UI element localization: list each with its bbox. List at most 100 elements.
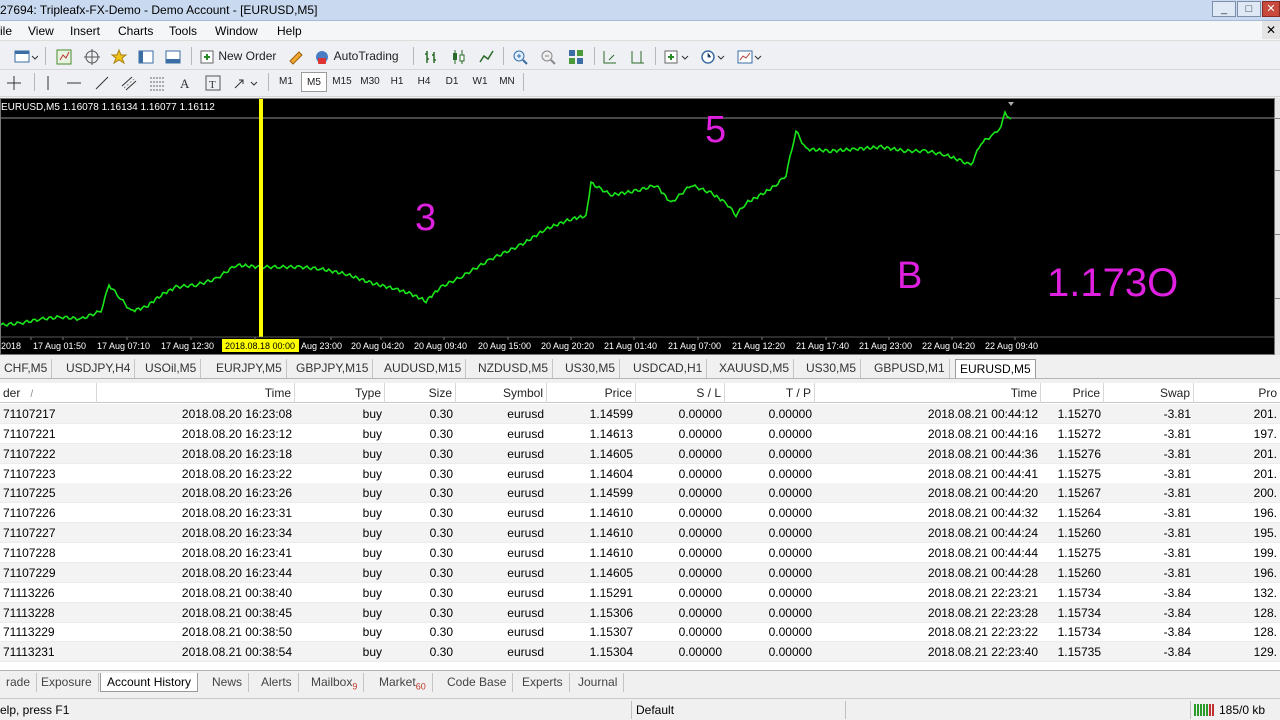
- timeframe-m1[interactable]: M1: [273, 72, 299, 92]
- table-row[interactable]: 71113228 2018.08.21 00:38:45 buy 0.30 eurusd…: [0, 602, 1280, 623]
- maximize-button[interactable]: □: [1237, 1, 1261, 17]
- table-row[interactable]: 71107221 2018.08.20 16:23:12 buy 0.30 eurusd…: [0, 424, 1280, 444]
- table-row[interactable]: 71113229 2018.08.21 00:38:50 buy 0.30 eurusd…: [0, 622, 1280, 643]
- chart-tab-audusd[interactable]: AUDUSD,M15: [380, 359, 467, 378]
- table-row[interactable]: 71107227 2018.08.20 16:23:34 buy 0.30 eurusd…: [0, 523, 1280, 544]
- col-close-price[interactable]: Price: [1041, 383, 1104, 403]
- price-chart[interactable]: 2018 17 Aug 01:50 17 Aug 07:10 17 Aug 12:30…: [0, 98, 1276, 355]
- new-order-button[interactable]: New Order: [198, 46, 282, 66]
- col-profit[interactable]: Pro: [1194, 383, 1280, 403]
- col-tp[interactable]: T / P: [725, 383, 815, 403]
- data-window-icon[interactable]: [82, 46, 102, 66]
- chart-tab-us30-b[interactable]: US30,M5: [802, 359, 862, 378]
- timeframe-w1[interactable]: W1: [467, 72, 493, 92]
- menu-file[interactable]: ile: [0, 24, 12, 38]
- table-row[interactable]: 71107223 2018.08.20 16:23:22 buy 0.30 eurusd…: [0, 464, 1280, 484]
- equidistant-channel-icon[interactable]: [119, 72, 139, 92]
- timeframe-d1[interactable]: D1: [439, 72, 465, 92]
- terminal-tab-trade[interactable]: rade: [0, 673, 38, 692]
- table-row[interactable]: 71113226 2018.08.21 00:38:40 buy 0.30 eurusd…: [0, 583, 1280, 603]
- table-row[interactable]: 71107225 2018.08.20 16:23:26 buy 0.30 eurusd…: [0, 483, 1280, 504]
- new-chart-icon[interactable]: [10, 46, 40, 66]
- terminal-tab-exposure[interactable]: Exposure: [35, 673, 99, 692]
- chart-tab-eurjpy[interactable]: EURJPY,M5: [212, 359, 287, 378]
- timeframe-h1[interactable]: H1: [384, 72, 410, 92]
- bar-chart-icon[interactable]: [421, 46, 441, 66]
- text-tool-icon[interactable]: A: [175, 72, 195, 92]
- zoom-out-icon[interactable]: [538, 46, 558, 66]
- chart-tab-gbpusd[interactable]: GBPUSD,M1: [870, 359, 950, 378]
- zoom-in-icon[interactable]: [510, 46, 530, 66]
- indicators-icon[interactable]: [662, 46, 692, 66]
- terminal-icon[interactable]: [136, 46, 156, 66]
- timeframe-m5[interactable]: M5: [301, 72, 327, 92]
- col-time[interactable]: Time: [97, 383, 295, 403]
- menu-insert[interactable]: Insert: [70, 24, 100, 38]
- chart-tab-usdjpy[interactable]: USDJPY,H4: [62, 359, 136, 378]
- terminal-tab-mailbox[interactable]: Mailbox9: [305, 673, 365, 692]
- menu-charts[interactable]: Charts: [118, 24, 153, 38]
- strategy-tester-icon[interactable]: [163, 46, 183, 66]
- terminal-tab-account-history[interactable]: Account History: [100, 673, 199, 692]
- col-type[interactable]: Type: [295, 383, 385, 403]
- table-row[interactable]: 71107228 2018.08.20 16:23:41 buy 0.30 eurusd…: [0, 543, 1280, 563]
- menu-window[interactable]: Window: [215, 24, 258, 38]
- chart-tab-us30[interactable]: US30,M5: [561, 359, 621, 378]
- table-row[interactable]: 71107222 2018.08.20 16:23:18 buy 0.30 eurusd…: [0, 443, 1280, 464]
- account-history-table[interactable]: der / Time Type Size Symbol Price S / L T…: [0, 383, 1280, 670]
- trendline-icon[interactable]: [92, 72, 112, 92]
- chart-tab-chf[interactable]: CHF,M5: [0, 359, 53, 378]
- table-row[interactable]: 71113231 2018.08.21 00:38:54 buy 0.30 eurusd…: [0, 642, 1280, 663]
- chart-tab-usdcad[interactable]: USDCAD,H1: [629, 359, 708, 378]
- col-close-time[interactable]: Time: [815, 383, 1041, 403]
- tile-windows-icon[interactable]: [566, 46, 586, 66]
- table-row[interactable]: 71107229 2018.08.20 16:23:44 buy 0.30 eurusd…: [0, 562, 1280, 583]
- col-symbol[interactable]: Symbol: [456, 383, 547, 403]
- col-size[interactable]: Size: [385, 383, 456, 403]
- line-chart-icon[interactable]: [477, 46, 497, 66]
- horizontal-line-icon[interactable]: [64, 72, 84, 92]
- col-price[interactable]: Price: [547, 383, 636, 403]
- table-row[interactable]: 71107217 2018.08.20 16:23:08 buy 0.30 eurusd…: [0, 404, 1280, 424]
- close-child-icon[interactable]: ✕: [1262, 21, 1280, 39]
- chart-shift-icon[interactable]: [628, 46, 648, 66]
- vertical-line-icon[interactable]: [42, 72, 54, 92]
- terminal-tab-news[interactable]: News: [206, 673, 250, 692]
- timeframe-h4[interactable]: H4: [411, 72, 437, 92]
- close-button[interactable]: ✕: [1262, 1, 1280, 17]
- auto-trading-button[interactable]: AutoTrading: [312, 46, 406, 66]
- col-swap[interactable]: Swap: [1104, 383, 1194, 403]
- candlestick-icon[interactable]: [449, 46, 469, 66]
- terminal-tab-journal[interactable]: Journal: [572, 673, 625, 692]
- chart-tab-nzdusd[interactable]: NZDUSD,M5: [474, 359, 554, 378]
- navigator-icon[interactable]: [109, 46, 129, 66]
- templates-icon[interactable]: [735, 46, 765, 66]
- fibonacci-icon[interactable]: [147, 72, 167, 92]
- market-watch-icon[interactable]: [54, 46, 74, 66]
- menu-help[interactable]: Help: [277, 24, 302, 38]
- chart-tab-eurusd[interactable]: EURUSD,M5: [955, 359, 1036, 378]
- timeframe-m30[interactable]: M30: [357, 72, 383, 92]
- chart-tab-usoil[interactable]: USOil,M5: [141, 359, 202, 378]
- timeframe-mn[interactable]: MN: [494, 72, 520, 92]
- chart-tab-gbpjpy[interactable]: GBPJPY,M15: [292, 359, 374, 378]
- terminal-tab-market[interactable]: Market60: [373, 673, 433, 692]
- crosshair-icon[interactable]: [4, 72, 24, 92]
- minimize-button[interactable]: _: [1212, 1, 1236, 17]
- text-label-icon[interactable]: T: [203, 72, 223, 92]
- terminal-tab-alerts[interactable]: Alerts: [255, 673, 299, 692]
- chart-tab-xauusd[interactable]: XAUUSD,M5: [715, 359, 795, 378]
- timeframe-m15[interactable]: M15: [329, 72, 355, 92]
- col-order[interactable]: der /: [0, 383, 97, 403]
- menu-tools[interactable]: Tools: [169, 24, 197, 38]
- terminal-tab-code-base[interactable]: Code Base: [441, 673, 514, 692]
- terminal-tab-experts[interactable]: Experts: [516, 673, 570, 692]
- auto-scroll-icon[interactable]: [600, 46, 620, 66]
- periods-icon[interactable]: [698, 46, 728, 66]
- col-sl[interactable]: S / L: [636, 383, 725, 403]
- cell-size: 0.30: [429, 506, 453, 521]
- meta-editor-icon[interactable]: [286, 46, 306, 66]
- menu-view[interactable]: View: [28, 24, 54, 38]
- arrows-icon[interactable]: [231, 72, 261, 92]
- table-row[interactable]: 71107226 2018.08.20 16:23:31 buy 0.30 eurusd…: [0, 503, 1280, 524]
